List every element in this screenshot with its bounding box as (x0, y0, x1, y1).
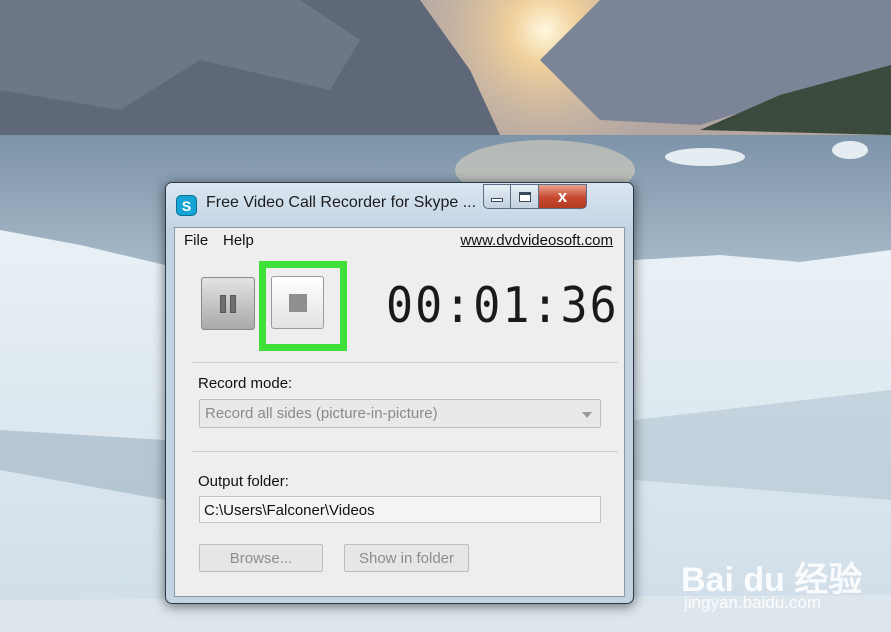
output-folder-label: Output folder: (198, 473, 289, 490)
maximize-icon (518, 191, 531, 202)
recording-timer: 00:01:36 (386, 276, 619, 335)
pause-icon-bar-right (230, 294, 236, 313)
output-folder-field[interactable]: C:\Users\Falconer\Videos (199, 496, 601, 523)
close-button[interactable]: x (539, 184, 587, 209)
output-folder-value: C:\Users\Falconer\Videos (204, 502, 375, 519)
window-title: Free Video Call Recorder for Skype ... (206, 194, 477, 211)
pause-button[interactable] (201, 277, 255, 330)
minimize-button[interactable] (483, 184, 511, 209)
divider (191, 362, 618, 363)
divider (191, 451, 618, 452)
window-client-area: File Help www.dvdvideosoft.com 00:01:36 … (174, 227, 625, 597)
pause-icon-bar-left (220, 294, 226, 313)
browse-button[interactable]: Browse... (199, 544, 323, 572)
title-bar[interactable]: Free Video Call Recorder for Skype ... x (166, 183, 633, 227)
recorder-window: Free Video Call Recorder for Skype ... x… (165, 182, 634, 604)
stop-icon (288, 293, 307, 312)
close-icon: x (557, 186, 568, 206)
highlight-box (259, 261, 347, 351)
menu-help[interactable]: Help (223, 232, 254, 249)
window-controls: x (483, 184, 587, 210)
stop-button[interactable] (271, 276, 324, 329)
watermark-url: jingyan.baidu.com (684, 593, 822, 612)
maximize-button[interactable] (511, 184, 539, 209)
minimize-icon (491, 197, 503, 202)
skype-app-icon (176, 195, 197, 216)
record-mode-label: Record mode: (198, 375, 293, 392)
menu-file[interactable]: File (184, 232, 208, 249)
menu-bar: File Help www.dvdvideosoft.com (175, 228, 624, 252)
website-link[interactable]: www.dvdvideosoft.com (460, 232, 613, 249)
baidu-watermark: Bai du 经验 jingyan.baidu.com (681, 537, 881, 617)
record-mode-value: Record all sides (picture-in-picture) (205, 405, 438, 422)
record-mode-select[interactable]: Record all sides (picture-in-picture) (199, 399, 601, 428)
show-in-folder-button[interactable]: Show in folder (344, 544, 469, 572)
chevron-down-icon (582, 412, 592, 418)
